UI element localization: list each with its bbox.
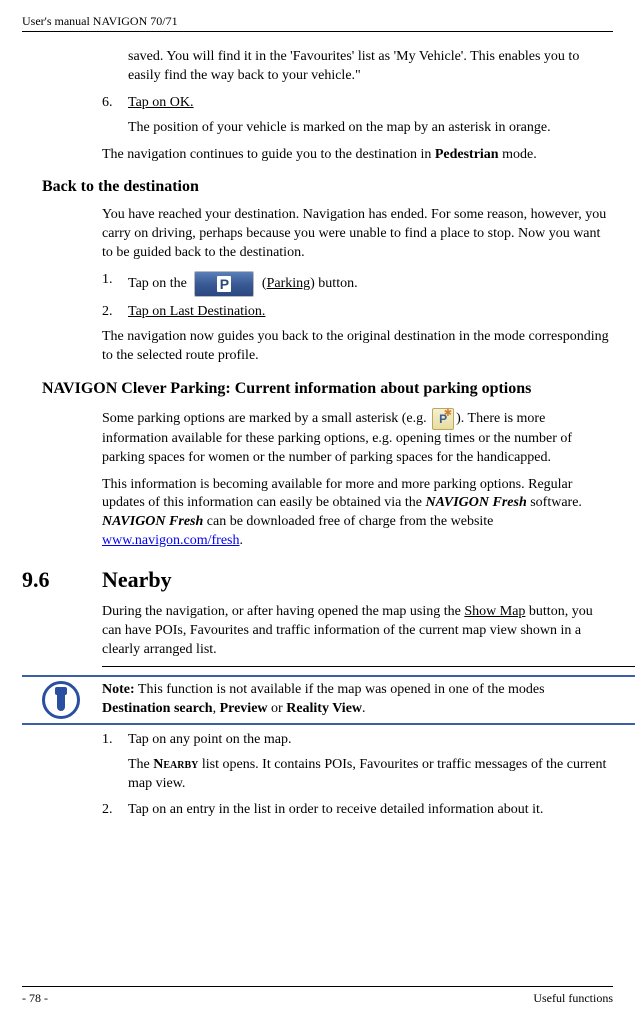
parking-link[interactable]: Parking <box>267 276 311 291</box>
navigon-fresh: NAVIGON Fresh <box>425 495 526 510</box>
note-bold: Note: <box>102 682 135 697</box>
section-rule <box>102 666 635 667</box>
paragraph-nearby-list: The Nearby list opens. It contains POIs,… <box>128 756 613 794</box>
back-step-1: 1. Tap on the P (Parking) button. <box>102 271 613 297</box>
step-text: Tap on any point on the map. <box>128 731 613 750</box>
step-number: 1. <box>102 731 128 750</box>
step-text: Tap on the P (Parking) button. <box>128 271 613 297</box>
mode-bold: Pedestrian <box>435 147 499 162</box>
page-number: - 78 - <box>22 991 48 1006</box>
step-number: 6. <box>102 94 128 113</box>
paragraph-nav-continues: The navigation continues to guide you to… <box>102 146 613 165</box>
paragraph-nearby-intro: During the navigation, or after having o… <box>102 603 613 660</box>
section-title: Nearby <box>102 567 613 593</box>
text: or <box>268 701 287 716</box>
text: ) button. <box>310 276 357 291</box>
note-icon <box>42 681 80 719</box>
parking-button-icon[interactable]: P <box>194 271 254 297</box>
step-number: 2. <box>102 801 128 820</box>
step-number: 1. <box>102 271 128 297</box>
step-text[interactable]: Tap on Last Destination. <box>128 303 613 322</box>
text: This function is not available if the ma… <box>135 682 545 697</box>
paragraph-clever-2: This information is becoming available f… <box>102 476 613 552</box>
text: can be downloaded free of charge from th… <box>203 514 493 529</box>
content-area-nearby: During the navigation, or after having o… <box>102 603 613 660</box>
fresh-link[interactable]: www.navigon.com/fresh <box>102 533 240 548</box>
paragraph-saved: saved. You will find it in the 'Favourit… <box>128 48 613 86</box>
nearby-step-1: 1. Tap on any point on the map. <box>102 731 613 750</box>
mode: Reality View <box>286 701 362 716</box>
text: . <box>362 701 366 716</box>
footer-section: Useful functions <box>533 991 613 1006</box>
note-row: Note: This function is not available if … <box>42 677 613 723</box>
nearby-sc: Nearby <box>153 757 198 772</box>
parking-asterisk-icon: P✱ <box>432 408 454 430</box>
text: mode. <box>499 147 537 162</box>
nearby-step-2: 2. Tap on an entry in the list in order … <box>102 801 613 820</box>
text: software. <box>527 495 582 510</box>
content-area-nearby-steps: 1. Tap on any point on the map. The Near… <box>102 731 613 821</box>
step-6: 6. Tap on OK. <box>102 94 613 113</box>
show-map-link[interactable]: Show Map <box>464 604 525 619</box>
mode: Destination search <box>102 701 213 716</box>
heading-back: Back to the destination <box>42 178 613 196</box>
navigon-fresh: NAVIGON Fresh <box>102 514 203 529</box>
text: Tap on the <box>128 276 190 291</box>
mode: Preview <box>220 701 268 716</box>
text: , <box>213 701 220 716</box>
text: . <box>240 533 244 548</box>
content-area: saved. You will find it in the 'Favourit… <box>102 48 613 164</box>
paragraph-back-outro: The navigation now guides you back to th… <box>102 328 613 366</box>
note-text: Note: This function is not available if … <box>102 681 613 719</box>
text: The <box>128 757 153 772</box>
text: During the navigation, or after having o… <box>102 604 464 619</box>
content-area-back: You have reached your destination. Navig… <box>102 206 613 365</box>
section-heading-row: 9.6 Nearby <box>22 567 613 593</box>
content-area-clever: Some parking options are marked by a sma… <box>102 408 613 551</box>
heading-clever-parking: NAVIGON Clever Parking: Current informat… <box>42 380 613 398</box>
back-step-2: 2. Tap on Last Destination. <box>102 303 613 322</box>
note-bottom-rule <box>22 723 635 725</box>
text: The navigation continues to guide you to… <box>102 147 435 162</box>
step-number: 2. <box>102 303 128 322</box>
paragraph-clever-1: Some parking options are marked by a sma… <box>102 408 613 468</box>
section-number: 9.6 <box>22 567 102 593</box>
heading-clever-wrap: NAVIGON Clever Parking: Current informat… <box>42 380 613 398</box>
paragraph-back-intro: You have reached your destination. Navig… <box>102 206 613 263</box>
page-header: User's manual NAVIGON 70/71 <box>22 14 613 32</box>
text: list opens. It contains POIs, Favourites… <box>128 757 606 791</box>
paragraph-position: The position of your vehicle is marked o… <box>128 119 613 138</box>
text: Some parking options are marked by a sma… <box>102 411 430 426</box>
heading-back-wrap: Back to the destination <box>42 178 613 196</box>
step-text[interactable]: Tap on OK. <box>128 94 613 113</box>
page-footer: - 78 - Useful functions <box>22 986 613 1006</box>
step-text: Tap on an entry in the list in order to … <box>128 801 613 820</box>
manual-title: User's manual NAVIGON 70/71 <box>22 14 178 28</box>
